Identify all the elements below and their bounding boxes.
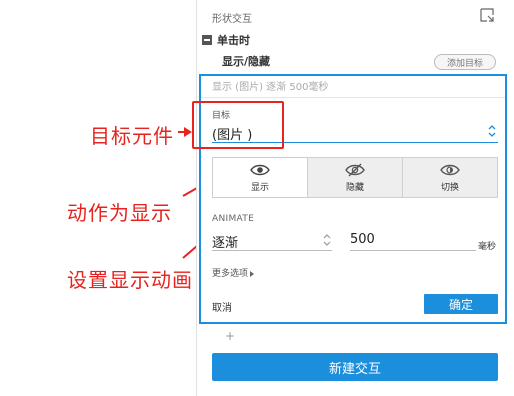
duration-input[interactable]: 500 — [350, 232, 375, 247]
action-label[interactable]: 显示/隐藏 — [222, 53, 270, 69]
easing-select-underline — [212, 250, 332, 251]
easing-chevron-icon[interactable] — [322, 233, 332, 247]
panel-header-title: 形状交互 — [212, 14, 252, 25]
hide-option[interactable]: 隐藏 — [307, 158, 402, 197]
panel-divider — [196, 0, 197, 396]
action-summary: 显示 (图片) 逐渐 500毫秒 — [212, 82, 329, 93]
show-option[interactable]: 显示 — [213, 158, 307, 197]
select-chevron-icon[interactable] — [487, 124, 497, 138]
eye-icon — [250, 164, 270, 175]
editor-divider — [201, 97, 505, 98]
ok-button[interactable]: 确定 — [424, 294, 498, 314]
event-row[interactable]: 单击时 — [202, 32, 250, 48]
add-target-button[interactable]: 添加目标 — [434, 54, 496, 70]
show-option-label: 显示 — [250, 182, 269, 193]
animate-section-label: ANIMATE — [212, 214, 255, 224]
more-options-label: 更多选项 — [212, 269, 249, 279]
duration-input-underline — [350, 250, 476, 251]
toggle-option-label: 切换 — [440, 182, 459, 193]
cancel-button[interactable]: 取消 — [212, 299, 232, 314]
duration-unit-label: 毫秒 — [478, 242, 497, 252]
caret-right-icon — [250, 270, 255, 277]
collapse-event-icon[interactable] — [202, 35, 212, 45]
eye-toggle-icon — [440, 164, 460, 175]
easing-select[interactable]: 逐渐 — [212, 232, 238, 251]
visibility-segmented-control: 显示 隐藏 切换 — [212, 157, 498, 198]
new-interaction-button[interactable]: 新建交互 — [212, 353, 498, 381]
eye-slash-icon — [345, 163, 365, 176]
more-options-link[interactable]: 更多选项 — [212, 266, 255, 279]
add-action-plus-icon[interactable]: + — [225, 329, 235, 343]
event-label: 单击时 — [217, 34, 250, 47]
toggle-option[interactable]: 切换 — [402, 158, 497, 197]
hide-option-label: 隐藏 — [345, 182, 364, 193]
highlight-box-target — [192, 101, 284, 149]
collapse-panel-icon[interactable] — [480, 8, 494, 22]
